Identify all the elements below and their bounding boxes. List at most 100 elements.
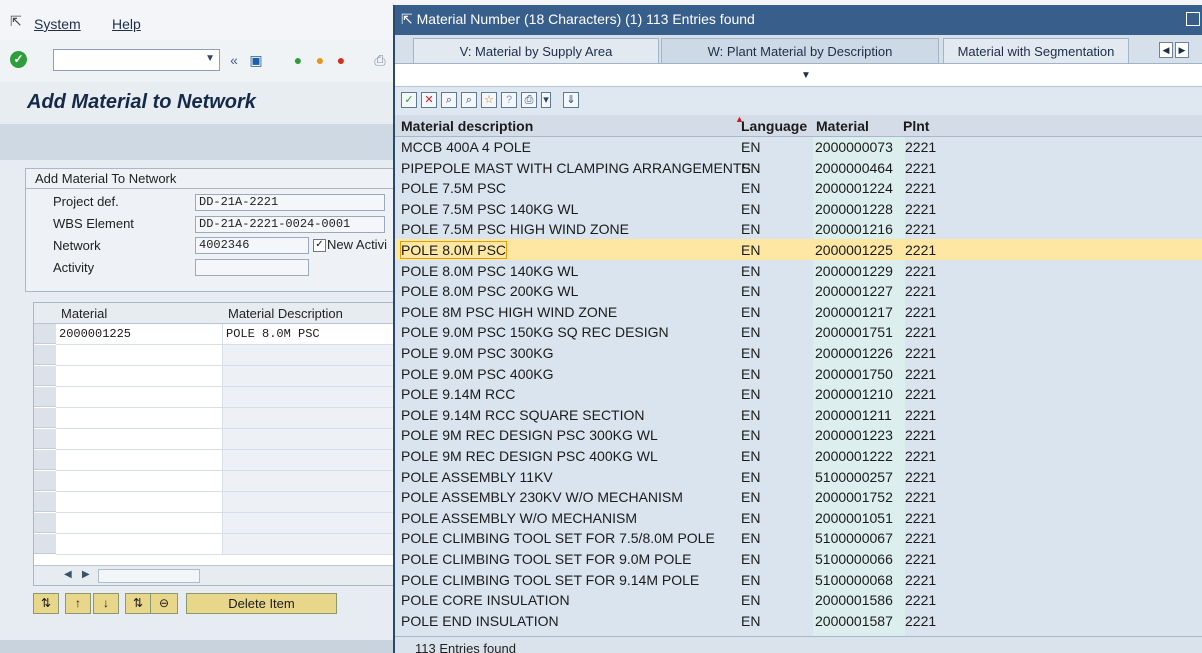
- list-item[interactable]: POLE CLIMBING TOOL SET FOR 7.5/8.0M POLE…: [395, 527, 1202, 548]
- sort-ascending-icon[interactable]: ☆: [481, 92, 497, 108]
- tab-scroll-left-icon[interactable]: ◀: [1159, 42, 1173, 58]
- scroll-left-icon[interactable]: ◀: [64, 569, 72, 580]
- splitter-bar[interactable]: ▼: [395, 64, 1202, 87]
- tab-plant-material-by-description[interactable]: W: Plant Material by Description: [661, 38, 939, 63]
- menu-help[interactable]: Help: [112, 16, 141, 32]
- list-item[interactable]: POLE CLIMBING TOOL SET FOR 9.0M POLE EN 51…: [395, 548, 1202, 569]
- list-item[interactable]: POLE 8.0M PSC 140KG WL EN 2000001229 2221: [395, 260, 1202, 281]
- list-item-selected[interactable]: POLE 8.0M PSC EN 2000001225 2221: [395, 239, 1202, 260]
- row-selector[interactable]: [34, 408, 56, 428]
- activity-field[interactable]: [195, 259, 309, 276]
- row-selector[interactable]: [34, 345, 56, 365]
- list-item[interactable]: POLE ASSEMBLY 11KV EN 5100000257 2221: [395, 466, 1202, 487]
- new-activity-checkbox[interactable]: ✓: [313, 239, 326, 252]
- column-language[interactable]: Language: [741, 118, 807, 134]
- menu-system[interactable]: System: [34, 16, 81, 32]
- maximize-icon[interactable]: [1186, 12, 1200, 26]
- column-material[interactable]: Material: [61, 306, 107, 321]
- list-item[interactable]: POLE 9.0M PSC 150KG SQ REC DESIGN EN 20000…: [395, 321, 1202, 342]
- list-item[interactable]: POLE 7.5M PSC EN 2000001224 2221: [395, 177, 1202, 198]
- list-item[interactable]: POLE 7.5M PSC HIGH WIND ZONE EN 2000001216…: [395, 218, 1202, 239]
- wbs-element-field[interactable]: DD-21A-2221-0024-0001: [195, 216, 385, 233]
- list-item[interactable]: POLE 9.0M PSC 300KG EN 2000001226 2221: [395, 342, 1202, 363]
- list-item[interactable]: PIPEPOLE MAST WITH CLAMPING ARRANGEMENTS…: [395, 157, 1202, 178]
- table-row[interactable]: [56, 513, 398, 534]
- list-item[interactable]: MCCB 400A 4 POLE EN 2000000073 2221: [395, 136, 1202, 157]
- column-material-description[interactable]: Material description: [401, 118, 533, 134]
- delete-item-button[interactable]: Delete Item: [186, 593, 337, 614]
- insert-row-icon[interactable]: ⇅: [33, 593, 59, 614]
- list-item[interactable]: POLE 9M REC DESIGN PSC 300KG WL EN 2000001…: [395, 424, 1202, 445]
- find-next-icon[interactable]: ⌕: [461, 92, 477, 108]
- list-item[interactable]: POLE CORE INSULATION EN 2000001586 2221: [395, 589, 1202, 610]
- exit-icon[interactable]: ●: [310, 50, 330, 70]
- table-row[interactable]: [56, 492, 398, 513]
- row-selector[interactable]: [34, 513, 56, 533]
- list-item[interactable]: POLE 9.0M PSC 400KG EN 2000001750 2221: [395, 363, 1202, 384]
- table-row[interactable]: [56, 450, 398, 471]
- table-row[interactable]: [56, 429, 398, 450]
- chevron-down-icon[interactable]: ▼: [205, 53, 215, 64]
- popup-title: ⇱ Material Number (18 Characters) (1) 11…: [401, 11, 755, 27]
- row-selector[interactable]: [34, 387, 56, 407]
- scroll-right-icon[interactable]: ▶: [82, 569, 90, 580]
- sort-icon[interactable]: ⇅: [125, 593, 151, 614]
- back-chevron-icon[interactable]: «: [224, 50, 244, 70]
- row-selector[interactable]: [34, 492, 56, 512]
- settings-icon[interactable]: ⇓: [563, 92, 579, 108]
- row-selector[interactable]: [34, 429, 56, 449]
- move-down-icon[interactable]: ↓: [93, 593, 119, 614]
- print-options-icon[interactable]: ▾: [541, 92, 551, 108]
- list-item[interactable]: POLE 9.14M RCC EN 2000001210 2221: [395, 383, 1202, 404]
- enter-icon[interactable]: ✓: [10, 51, 27, 68]
- move-up-icon[interactable]: ↑: [65, 593, 91, 614]
- table-row[interactable]: [56, 534, 398, 555]
- column-plant[interactable]: Plnt: [903, 118, 929, 134]
- list-item[interactable]: POLE 7.5M PSC 140KG WL EN 2000001228 2221: [395, 198, 1202, 219]
- table-row[interactable]: 2000001225 POLE 8.0M PSC: [56, 324, 398, 345]
- table-row[interactable]: [56, 366, 398, 387]
- find-icon[interactable]: ⌕: [441, 92, 457, 108]
- row-selector[interactable]: [34, 324, 56, 344]
- print-list-icon[interactable]: ⎙: [521, 92, 537, 108]
- project-def-field[interactable]: DD-21A-2221: [195, 194, 385, 211]
- group-title: Add Material To Network: [35, 171, 177, 186]
- row-material[interactable]: 2000001225: [59, 327, 131, 341]
- column-material-description[interactable]: Material Description: [228, 306, 343, 321]
- table-row[interactable]: [56, 471, 398, 492]
- command-field[interactable]: ▼: [53, 49, 220, 71]
- list-item[interactable]: POLE ASSEMBLY 230KV W/O MECHANISM EN 20000…: [395, 486, 1202, 507]
- network-field[interactable]: 4002346: [195, 237, 309, 254]
- column-material[interactable]: Material: [816, 118, 869, 134]
- table-row[interactable]: [56, 345, 398, 366]
- expand-criteria-icon[interactable]: ▼: [801, 70, 811, 81]
- confirm-icon[interactable]: ✓: [401, 92, 417, 108]
- list-item[interactable]: POLE END INSULATION EN 2000001587 2221: [395, 610, 1202, 631]
- list-item[interactable]: POLE 9M REC DESIGN PSC 400KG WL EN 2000001…: [395, 445, 1202, 466]
- list-item[interactable]: POLE 9.14M RCC SQUARE SECTION EN 200000121…: [395, 404, 1202, 425]
- row-selector[interactable]: [34, 366, 56, 386]
- back-icon[interactable]: ●: [288, 50, 308, 70]
- print-icon[interactable]: ⎙: [370, 50, 390, 70]
- tab-material-by-supply-area[interactable]: V: Material by Supply Area: [413, 38, 659, 63]
- popup-title-bar[interactable]: ⇱ Material Number (18 Characters) (1) 11…: [395, 5, 1202, 35]
- row-selector[interactable]: [34, 450, 56, 470]
- table-row[interactable]: [56, 387, 398, 408]
- delete-row-icon[interactable]: ⊖: [150, 593, 178, 614]
- window-menu-icon[interactable]: ⇱: [10, 13, 22, 30]
- list-item[interactable]: POLE 8M PSC HIGH WIND ZONE EN 2000001217 22…: [395, 301, 1202, 322]
- row-selector[interactable]: [34, 534, 56, 554]
- list-item[interactable]: POLE ASSEMBLY W/O MECHANISM EN 2000001051 2…: [395, 507, 1202, 528]
- table-row[interactable]: [56, 408, 398, 429]
- horizontal-scrollbar[interactable]: ◀ ▶: [34, 565, 398, 585]
- cancel-icon[interactable]: ●: [331, 50, 351, 70]
- list-item[interactable]: POLE 8.0M PSC 200KG WL EN 2000001227 2221: [395, 280, 1202, 301]
- cancel-selection-icon[interactable]: ✕: [421, 92, 437, 108]
- scroll-thumb[interactable]: [98, 569, 200, 583]
- help-icon[interactable]: ?: [501, 92, 517, 108]
- list-item[interactable]: POLE CLIMBING TOOL SET FOR 9.14M POLE EN 5…: [395, 569, 1202, 590]
- row-selector[interactable]: [34, 471, 56, 491]
- tab-scroll-right-icon[interactable]: ▶: [1175, 42, 1189, 58]
- tab-material-with-segmentation[interactable]: Material with Segmentation: [943, 38, 1129, 63]
- save-icon[interactable]: ▣: [246, 50, 266, 70]
